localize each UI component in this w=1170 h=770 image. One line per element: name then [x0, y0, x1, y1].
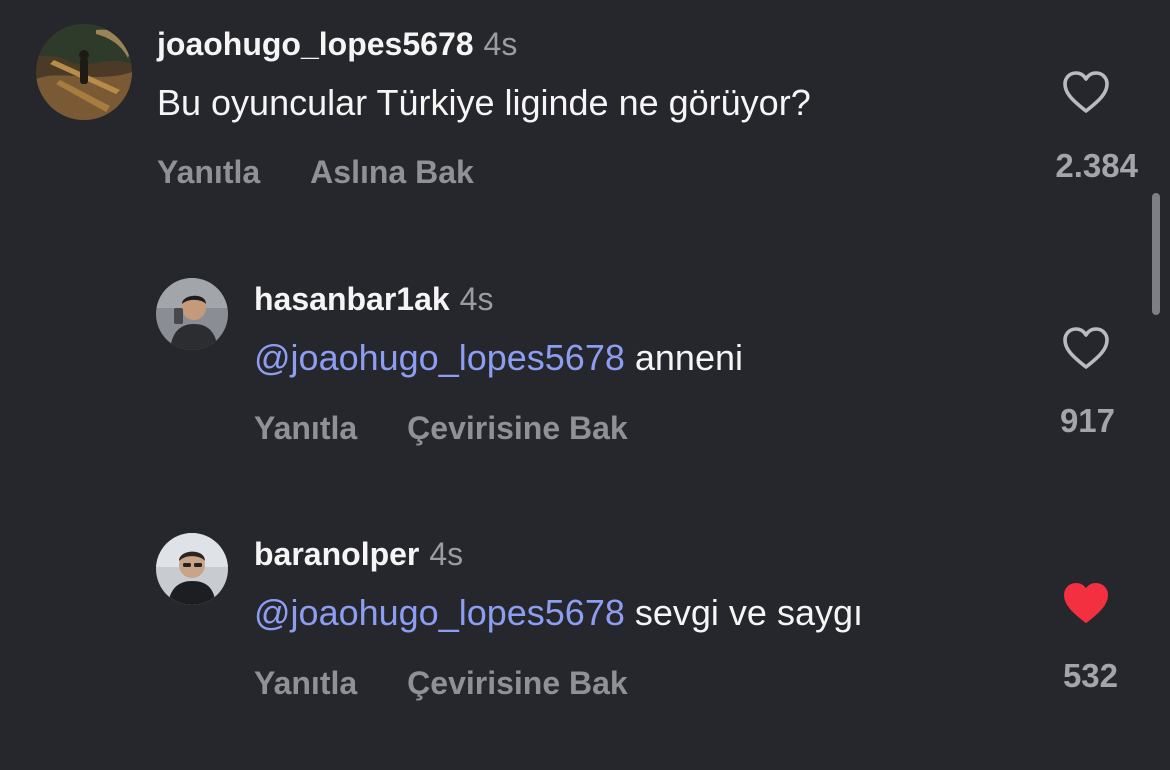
username[interactable]: baranolper — [254, 536, 419, 572]
like-count: 917 — [1059, 402, 1115, 439]
see-translation-button[interactable]: Aslına Bak — [310, 152, 474, 192]
comment-body: sevgi ve saygı — [634, 592, 864, 633]
avatar[interactable] — [36, 24, 132, 120]
reply-item: hasanbar1ak 4s @joaohugo_lopes5678 anneni… — [0, 255, 1170, 510]
comment-text: Bu oyuncular Türkiye liginde ne görüyor? — [157, 81, 811, 125]
comment-body: anneni — [634, 337, 743, 378]
comment-meta: joaohugo_lopes5678 4s — [157, 24, 517, 64]
avatar[interactable] — [156, 533, 228, 605]
comment-text: @joaohugo_lopes5678 anneni — [254, 336, 743, 380]
comment-actions: Yanıtla Çevirisine Bak — [254, 663, 628, 703]
like-count: 2.384 — [1055, 147, 1138, 184]
avatar[interactable] — [156, 278, 228, 350]
mention-link[interactable]: @joaohugo_lopes5678 — [254, 592, 625, 633]
username[interactable]: hasanbar1ak — [254, 281, 450, 317]
mention-link[interactable]: @joaohugo_lopes5678 — [254, 337, 625, 378]
timestamp: 4s — [429, 536, 464, 572]
heart-outline-icon[interactable] — [1061, 325, 1111, 371]
heart-outline-icon[interactable] — [1061, 69, 1111, 115]
heart-filled-icon[interactable] — [1061, 580, 1111, 626]
username[interactable]: joaohugo_lopes5678 — [157, 26, 474, 62]
see-translation-button[interactable]: Çevirisine Bak — [407, 663, 628, 703]
comment-item: joaohugo_lopes5678 4s Bu oyuncular Türkiy… — [0, 0, 1170, 230]
scrollbar[interactable] — [1152, 193, 1160, 315]
comment-text: @joaohugo_lopes5678 sevgi ve saygı — [254, 591, 863, 635]
reply-button[interactable]: Yanıtla — [254, 408, 357, 448]
comment-body: Bu oyuncular Türkiye liginde ne görüyor? — [157, 82, 811, 123]
timestamp: 4s — [459, 281, 494, 317]
like-count: 532 — [1062, 657, 1118, 694]
reply-button[interactable]: Yanıtla — [157, 152, 260, 192]
comment-actions: Yanıtla Aslına Bak — [157, 152, 474, 192]
reply-button[interactable]: Yanıtla — [254, 663, 357, 703]
reply-item: baranolper 4s @joaohugo_lopes5678 sevgi v… — [0, 510, 1170, 760]
comment-meta: hasanbar1ak 4s — [254, 279, 493, 319]
timestamp: 4s — [483, 26, 518, 62]
comment-actions: Yanıtla Çevirisine Bak — [254, 408, 628, 448]
see-translation-button[interactable]: Çevirisine Bak — [407, 408, 628, 448]
comment-meta: baranolper 4s — [254, 534, 463, 574]
